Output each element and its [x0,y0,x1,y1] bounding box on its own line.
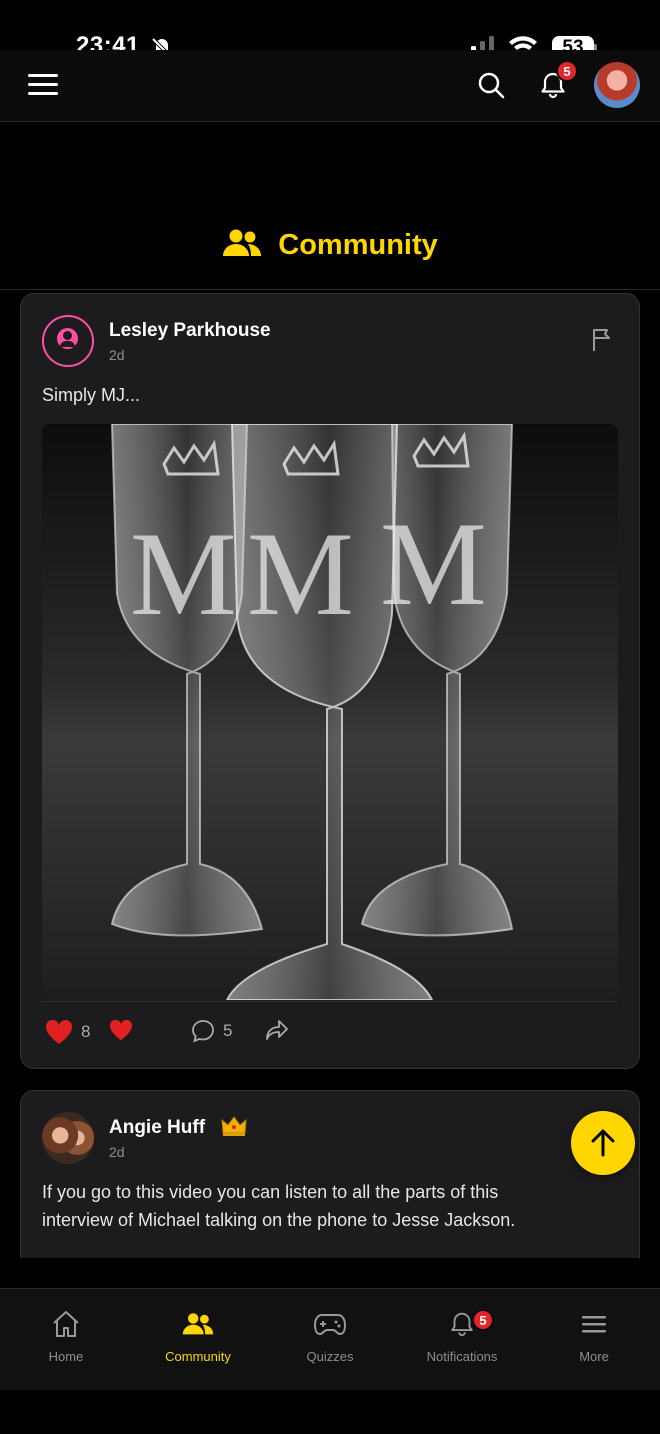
nav-label: Home [48,1349,84,1364]
comment-count: 5 [223,1021,233,1040]
report-button[interactable] [591,328,613,357]
nav-label: Community [165,1349,231,1364]
nav-quizzes[interactable]: Quizzes [264,1307,396,1364]
home-icon [53,1311,79,1337]
scroll-to-top-button[interactable] [571,1111,635,1175]
notification-badge: 5 [556,60,578,82]
svg-text:M: M [247,507,354,640]
page-title: Community [278,229,438,261]
author-name[interactable]: Angie Huff [109,1117,205,1139]
like-count: 8 [81,1022,91,1041]
nav-more[interactable]: More [528,1307,660,1364]
nav-community[interactable]: Community [132,1307,264,1364]
author-avatar[interactable] [42,1112,94,1164]
users-icon [182,1313,214,1335]
svg-text:M: M [130,507,237,640]
user-icon [57,328,78,349]
notification-badge: 5 [472,1309,494,1331]
menu-button[interactable] [28,74,58,98]
heart-icon [45,1019,73,1044]
page-header: Community [0,122,660,290]
like-button[interactable] [109,1019,133,1041]
gamepad-icon [314,1314,346,1336]
divider [42,1001,618,1002]
nav-notifications[interactable]: 5 Notifications [396,1307,528,1364]
search-button[interactable] [476,70,506,105]
svg-text:M: M [380,497,487,630]
post-text-line: interview of Michael talking on the phon… [42,1210,516,1230]
status-bar: 23:41 53 [0,0,660,60]
user-avatar[interactable] [594,62,640,108]
nav-label: Notifications [426,1349,498,1364]
nav-label: Quizzes [306,1349,354,1364]
like-count-button[interactable]: 8 [45,1019,90,1045]
flag-icon [593,329,610,351]
heart-icon [109,1019,133,1041]
post-actions: 8 5 [45,1019,605,1049]
home-indicator-area [0,1390,660,1434]
post-text: Simply MJ... [42,385,141,405]
comment-button[interactable]: 5 [191,1019,232,1043]
users-icon [222,228,262,263]
post-text-line: If you go to this video you can listen t… [42,1182,499,1202]
arrow-up-icon [591,1129,615,1157]
community-feed[interactable]: Lesley Parkhouse 2d Simply MJ... M M M 8… [0,290,660,1258]
app-header: 5 [0,50,660,122]
author-name[interactable]: Lesley Parkhouse [109,320,271,342]
post-image[interactable]: M M M [42,424,618,1000]
search-icon [478,72,505,99]
nav-label: More [579,1349,609,1364]
share-button[interactable] [265,1019,289,1041]
author-avatar[interactable] [42,315,94,367]
bottom-navigation: Home Community Quizzes 5 Notifications M… [0,1288,660,1390]
menu-icon [582,1316,606,1333]
post-card: Lesley Parkhouse 2d Simply MJ... M M M 8… [20,293,640,1069]
crown-icon [221,1115,247,1142]
share-icon [266,1020,288,1040]
post-time: 2d [109,347,125,363]
nav-home[interactable]: Home [0,1307,132,1364]
engraved-glasses-image: M M M [110,424,514,1000]
comment-icon [192,1020,214,1043]
post-time: 2d [109,1144,125,1160]
post-card: Angie Huff 2d If you go to this video yo… [20,1090,640,1258]
